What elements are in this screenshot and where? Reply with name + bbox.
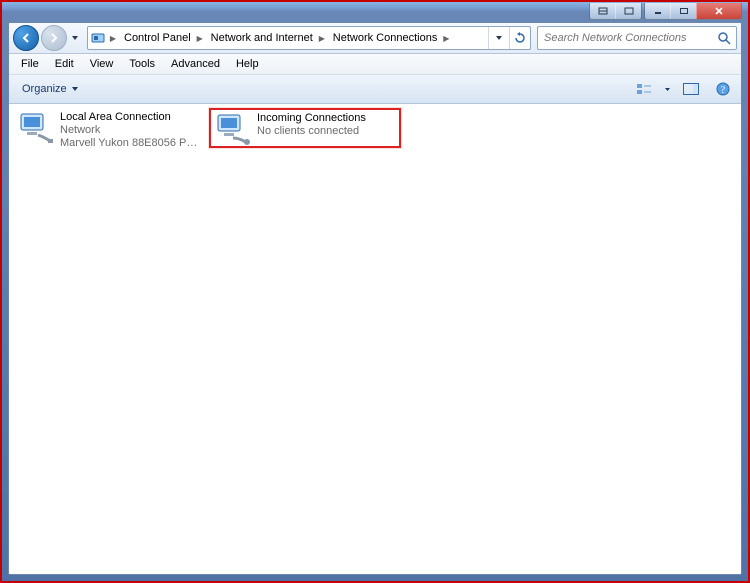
breadcrumb[interactable]: Network and Internet <box>205 27 317 49</box>
menu-help[interactable]: Help <box>228 56 267 72</box>
help-button[interactable]: ? <box>711 78 735 100</box>
chevron-right-icon[interactable]: ▶ <box>195 34 205 43</box>
item-title: Local Area Connection <box>60 111 200 124</box>
chevron-right-icon[interactable]: ▶ <box>441 34 451 43</box>
chevron-down-icon[interactable] <box>664 86 671 93</box>
connection-item[interactable]: Local Area Connection Network Marvell Yu… <box>13 108 205 148</box>
maximize-button[interactable] <box>670 3 696 19</box>
forward-button[interactable] <box>41 25 67 51</box>
caption-extra2[interactable] <box>615 3 641 19</box>
menu-tools[interactable]: Tools <box>121 56 163 72</box>
close-button[interactable] <box>696 3 741 19</box>
organize-label: Organize <box>22 83 67 95</box>
nav-history-dropdown[interactable] <box>69 28 81 48</box>
menu-view[interactable]: View <box>82 56 122 72</box>
back-button[interactable] <box>13 25 39 51</box>
menu-bar: File Edit View Tools Advanced Help <box>9 54 741 75</box>
menu-advanced[interactable]: Advanced <box>163 56 228 72</box>
organize-button[interactable]: Organize <box>15 80 86 98</box>
item-title: Incoming Connections <box>257 112 366 125</box>
connection-item[interactable]: Incoming Connections No clients connecte… <box>209 108 401 148</box>
svg-text:?: ? <box>721 85 726 96</box>
chevron-right-icon[interactable]: ▶ <box>317 34 327 43</box>
command-bar: Organize ? <box>9 75 741 104</box>
caption-extra1[interactable] <box>590 3 615 19</box>
address-bar[interactable]: ▶ Control Panel ▶ Network and Internet ▶… <box>87 26 531 50</box>
search-icon[interactable] <box>716 31 732 45</box>
explorer-window: ▶ Control Panel ▶ Network and Internet ▶… <box>8 22 742 575</box>
incoming-connection-icon <box>215 112 251 146</box>
menu-edit[interactable]: Edit <box>47 56 82 72</box>
window-caption-buttons <box>589 3 742 20</box>
search-box <box>537 26 737 50</box>
network-adapter-icon <box>18 111 54 145</box>
breadcrumb[interactable]: Control Panel <box>118 27 195 49</box>
menu-file[interactable]: File <box>13 56 47 72</box>
preview-pane-button[interactable] <box>679 78 703 100</box>
item-device: Marvell Yukon 88E8056 PCI-E Gig... <box>60 137 200 150</box>
refresh-button[interactable] <box>509 27 530 49</box>
search-input[interactable] <box>542 31 716 45</box>
breadcrumb[interactable]: Network Connections <box>327 27 442 49</box>
item-status: No clients connected <box>257 125 366 138</box>
chevron-down-icon <box>71 85 79 93</box>
address-dropdown[interactable] <box>488 27 509 49</box>
location-icon <box>88 28 108 48</box>
items-view: Local Area Connection Network Marvell Yu… <box>9 104 741 574</box>
minimize-button[interactable] <box>645 3 670 19</box>
view-options-button[interactable] <box>632 78 656 100</box>
item-status: Network <box>60 124 200 137</box>
chevron-right-icon[interactable]: ▶ <box>108 34 118 43</box>
